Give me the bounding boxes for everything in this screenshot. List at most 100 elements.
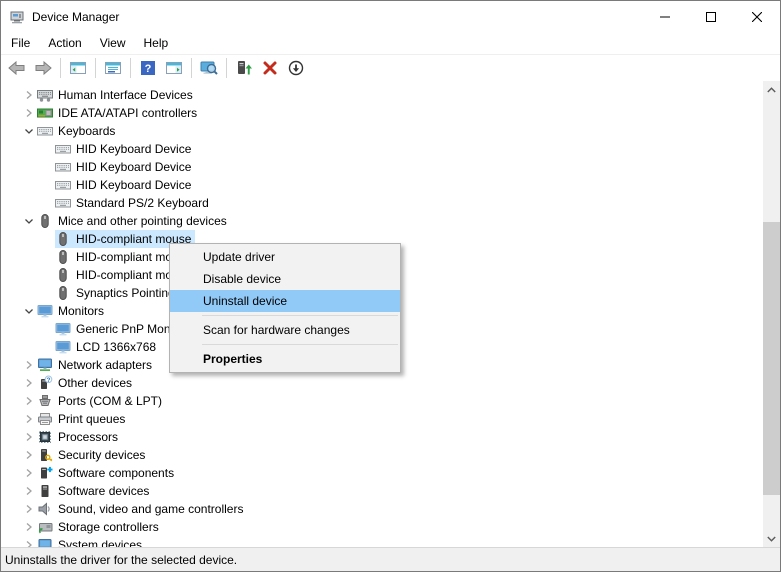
back-button[interactable] xyxy=(4,56,30,80)
expand-chevron-icon[interactable] xyxy=(21,411,37,427)
close-button[interactable] xyxy=(734,1,780,32)
tree-indent xyxy=(1,131,21,132)
expand-chevron-icon[interactable] xyxy=(21,105,37,121)
tree-indent xyxy=(1,149,39,150)
scroll-up-button[interactable] xyxy=(763,81,780,98)
toolbar-separator xyxy=(60,58,61,78)
menubar-item-help[interactable]: Help xyxy=(135,33,178,53)
tree-item-hid-keyboard-device[interactable]: HID Keyboard Device xyxy=(1,140,780,158)
tree-item-processors[interactable]: Processors xyxy=(1,428,780,446)
tree-indent xyxy=(1,167,39,168)
scrollbar-thumb[interactable] xyxy=(763,222,780,495)
expand-chevron-icon[interactable] xyxy=(21,375,37,391)
tree-item-body: Standard PS/2 Keyboard xyxy=(55,194,213,212)
expand-chevron-icon[interactable] xyxy=(21,429,37,445)
tree-item-ports-com-lpt[interactable]: Ports (COM & LPT) xyxy=(1,392,780,410)
tree-item-label: HID Keyboard Device xyxy=(76,142,191,156)
tree-item-hid-keyboard-device[interactable]: HID Keyboard Device xyxy=(1,176,780,194)
tree-indent xyxy=(1,185,39,186)
tree-item-ide-ata-atapi-controllers[interactable]: IDE ATA/ATAPI controllers xyxy=(1,104,780,122)
collapse-chevron-icon[interactable] xyxy=(21,303,37,319)
vertical-scrollbar[interactable] xyxy=(763,81,780,547)
expand-chevron-icon[interactable] xyxy=(21,501,37,517)
tree-item-other-devices[interactable]: ?Other devices xyxy=(1,374,780,392)
help-button[interactable]: ? xyxy=(135,56,161,80)
toolbar-separator xyxy=(130,58,131,78)
tree-item-software-devices[interactable]: Software devices xyxy=(1,482,780,500)
tree-item-software-components[interactable]: Software components xyxy=(1,464,780,482)
tree-indent xyxy=(1,113,21,114)
context-menu-item-uninstall-device[interactable]: Uninstall device xyxy=(170,290,400,312)
show-console-tree-button[interactable] xyxy=(65,56,91,80)
tree-item-print-queues[interactable]: Print queues xyxy=(1,410,780,428)
menubar-item-file[interactable]: File xyxy=(2,33,39,53)
expand-chevron-icon[interactable] xyxy=(21,447,37,463)
menubar-item-view[interactable]: View xyxy=(91,33,135,53)
tree-item-mice-and-other-pointing-devices[interactable]: Mice and other pointing devices xyxy=(1,212,780,230)
tree-item-label: Software components xyxy=(58,466,174,480)
disable-device-button[interactable] xyxy=(283,56,309,80)
expand-chevron-icon[interactable] xyxy=(21,465,37,481)
context-menu-item-properties[interactable]: Properties xyxy=(170,348,400,370)
expand-chevron-icon[interactable] xyxy=(21,87,37,103)
tree-twisty-placeholder xyxy=(39,177,55,193)
tree-item-label: Network adapters xyxy=(58,358,152,372)
tree-item-hid-keyboard-device[interactable]: HID Keyboard Device xyxy=(1,158,780,176)
collapse-chevron-icon[interactable] xyxy=(21,213,37,229)
maximize-button[interactable] xyxy=(688,1,734,32)
expand-chevron-icon[interactable] xyxy=(21,537,37,547)
show-action-pane-button[interactable] xyxy=(161,56,187,80)
svg-text:?: ? xyxy=(145,63,152,75)
tree-item-label: Security devices xyxy=(58,448,145,462)
tree-indent xyxy=(1,311,21,312)
device-manager-icon xyxy=(9,9,25,25)
console-tree-icon xyxy=(69,59,87,77)
tree-indent xyxy=(1,221,21,222)
expand-chevron-icon[interactable] xyxy=(21,519,37,535)
context-menu-item-disable-device[interactable]: Disable device xyxy=(170,268,400,290)
update-driver-button[interactable] xyxy=(231,56,257,80)
keyboard-device-icon xyxy=(55,141,71,157)
tree-item-storage-controllers[interactable]: Storage controllers xyxy=(1,518,780,536)
minimize-button[interactable] xyxy=(642,1,688,32)
monitor-device-icon xyxy=(37,303,53,319)
keyboard-device-icon xyxy=(55,159,71,175)
menu-bar: FileActionViewHelp xyxy=(1,32,780,54)
scroll-down-button[interactable] xyxy=(763,530,780,547)
tree-item-human-interface-devices[interactable]: Human Interface Devices xyxy=(1,86,780,104)
expand-chevron-icon[interactable] xyxy=(21,393,37,409)
tree-item-sound-video-and-game-controllers[interactable]: Sound, video and game controllers xyxy=(1,500,780,518)
expand-chevron-icon[interactable] xyxy=(21,483,37,499)
uninstall-device-button[interactable] xyxy=(257,56,283,80)
tree-twisty-placeholder xyxy=(39,339,55,355)
tree-item-label: System devices xyxy=(58,538,142,547)
title-bar: Device Manager xyxy=(1,1,780,32)
context-menu-item-scan-for-hardware-changes[interactable]: Scan for hardware changes xyxy=(170,319,400,341)
tree-item-label: Standard PS/2 Keyboard xyxy=(76,196,209,210)
menubar-item-action[interactable]: Action xyxy=(39,33,90,53)
hid-device-icon xyxy=(37,87,53,103)
sound-device-icon xyxy=(37,501,53,517)
status-text: Uninstalls the driver for the selected d… xyxy=(5,553,237,567)
tree-item-label: Other devices xyxy=(58,376,132,390)
properties-button[interactable] xyxy=(100,56,126,80)
tree-item-body: Keyboards xyxy=(37,122,119,140)
tree-item-label: Sound, video and game controllers xyxy=(58,502,243,516)
tree-item-security-devices[interactable]: Security devices xyxy=(1,446,780,464)
mouse-device-icon xyxy=(55,231,71,247)
tree-item-body: Mice and other pointing devices xyxy=(37,212,231,230)
tree-item-body: Security devices xyxy=(37,446,149,464)
forward-button[interactable] xyxy=(30,56,56,80)
collapse-chevron-icon[interactable] xyxy=(21,123,37,139)
tree-item-label: IDE ATA/ATAPI controllers xyxy=(58,106,197,120)
tree-item-standard-ps-2-keyboard[interactable]: Standard PS/2 Keyboard xyxy=(1,194,780,212)
context-menu-item-update-driver[interactable]: Update driver xyxy=(170,246,400,268)
storage-device-icon xyxy=(37,519,53,535)
expand-chevron-icon[interactable] xyxy=(21,357,37,373)
tree-item-label: Human Interface Devices xyxy=(58,88,193,102)
keyboard-device-icon xyxy=(55,195,71,211)
tree-twisty-placeholder xyxy=(39,249,55,265)
tree-item-system-devices[interactable]: System devices xyxy=(1,536,780,547)
tree-item-keyboards[interactable]: Keyboards xyxy=(1,122,780,140)
scan-for-hardware-changes-button[interactable] xyxy=(196,56,222,80)
